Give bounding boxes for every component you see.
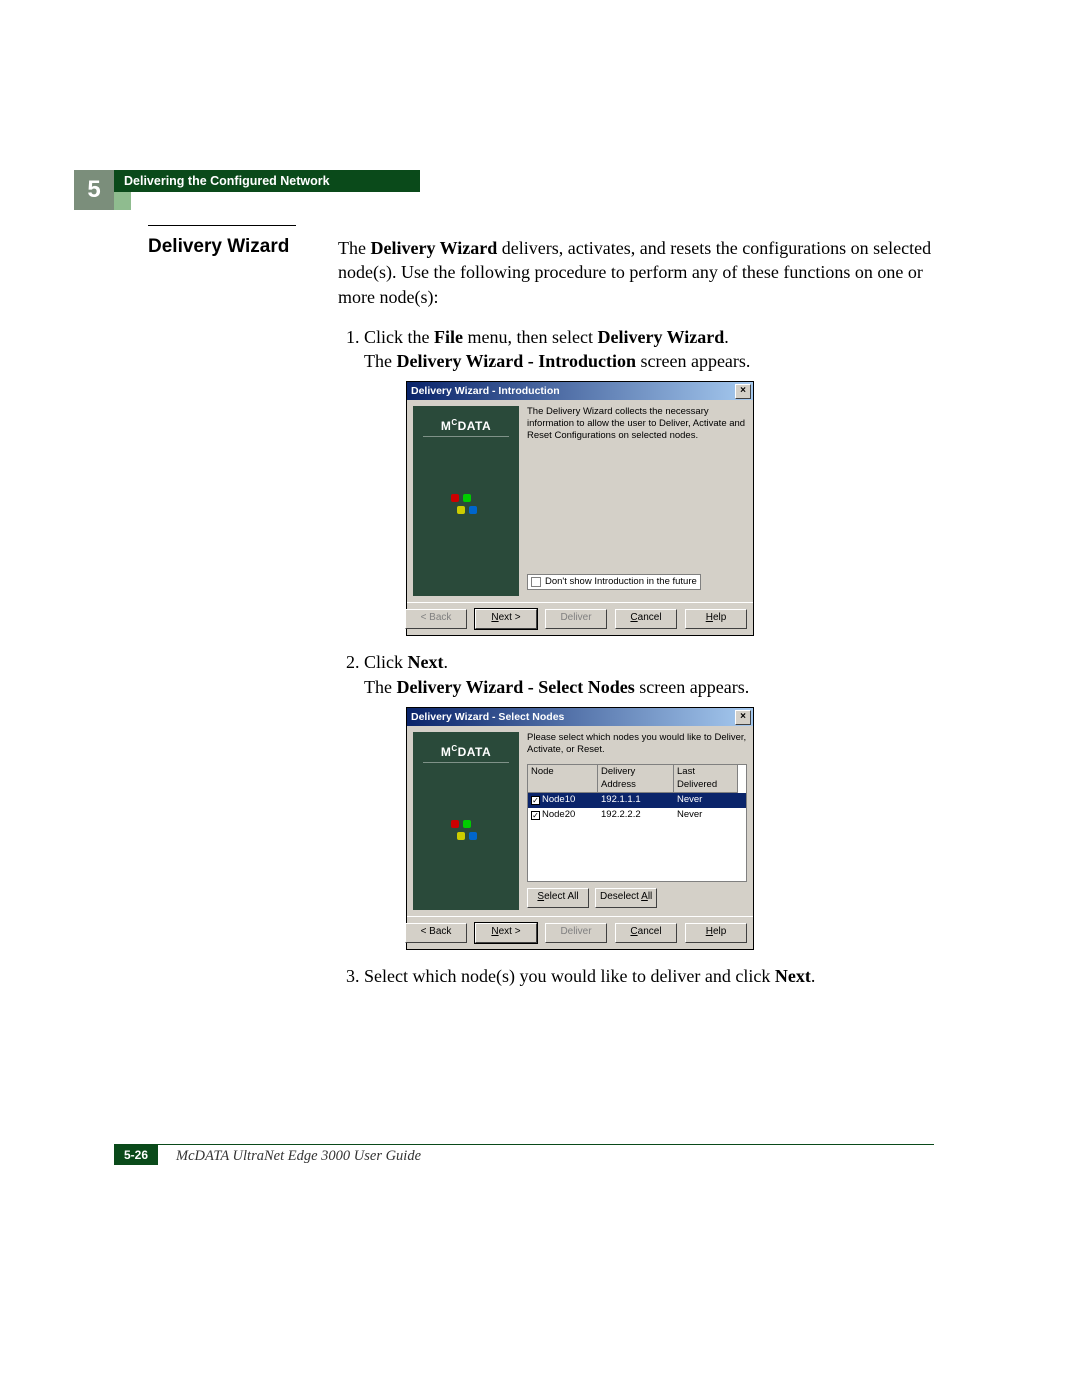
section-heading: Delivery Wizard [148,236,289,258]
step-2-result: The Delivery Wizard - Select Nodes scree… [364,675,933,699]
section-rule [148,225,296,226]
help-button[interactable]: Help [685,923,747,943]
body-column: The Delivery Wizard delivers, activates,… [338,236,933,998]
table-header-row: Node Delivery Address Last Delivered [528,765,746,794]
close-icon[interactable]: × [735,384,751,399]
step-2: Click Next. The Delivery Wizard - Select… [364,650,933,950]
dialog-description: Please select which nodes you would like… [527,732,747,756]
table-row[interactable]: ✓Node10 192.1.1.1 Never [528,793,746,808]
dialog-title: Delivery Wizard - Select Nodes [411,710,564,724]
intro-paragraph: The Delivery Wizard delivers, activates,… [338,236,933,309]
dialog-left-pane: MCDATA [413,406,519,596]
introduction-dialog-screenshot: Delivery Wizard - Introduction × MCDATA [406,381,754,636]
back-button: < Back [405,609,467,629]
checkbox-icon [531,577,541,587]
mcdata-logo: MCDATA [413,744,519,761]
table-row[interactable]: ✓Node20 192.2.2.2 Never [528,808,746,823]
dialog-right-pane: Please select which nodes you would like… [527,732,747,910]
select-nodes-dialog-screenshot: Delivery Wizard - Select Nodes × MCDATA [406,707,754,950]
running-header: Delivering the Configured Network [114,170,420,192]
book-title: McDATA UltraNet Edge 3000 User Guide [176,1148,421,1165]
dialog-title: Delivery Wizard - Introduction [411,384,560,398]
dont-show-checkbox[interactable]: Don't show Introduction in the future [527,574,701,591]
checkbox-icon: ✓ [531,796,540,805]
nodes-table: Node Delivery Address Last Delivered ✓No… [527,764,747,882]
dialog-button-row: < Back Next > Deliver Cancel Help [407,602,753,635]
select-all-button[interactable]: Select All [527,888,589,908]
dialog-button-row: < Back Next > Deliver Cancel Help [407,916,753,949]
next-button[interactable]: Next > [475,923,537,943]
next-button[interactable]: Next > [475,609,537,629]
decorative-strip [114,192,131,210]
dialog-description: The Delivery Wizard collects the necessa… [527,406,747,442]
document-page: 5 Delivering the Configured Network Deli… [0,0,1080,1397]
selection-buttons: Select All Deselect All [527,888,747,908]
col-delivery-address: Delivery Address [598,765,674,794]
step-1: Click the File menu, then select Deliver… [364,325,933,637]
page-number: 5-26 [114,1145,158,1165]
dialog-titlebar: Delivery Wizard - Select Nodes × [407,708,753,726]
chapter-number-tab: 5 [74,170,114,210]
deliver-button: Deliver [545,923,607,943]
help-button[interactable]: Help [685,609,747,629]
deliver-button: Deliver [545,609,607,629]
deselect-all-button[interactable]: Deselect All [595,888,657,908]
cancel-button[interactable]: Cancel [615,923,677,943]
wizard-icon [451,820,479,842]
close-icon[interactable]: × [735,710,751,725]
step-3: Select which node(s) you would like to d… [364,964,933,988]
procedure-list: Click the File menu, then select Deliver… [338,325,933,988]
dialog-titlebar: Delivery Wizard - Introduction × [407,382,753,400]
step-1-result: The Delivery Wizard - Introduction scree… [364,349,933,373]
dialog-left-pane: MCDATA [413,732,519,910]
col-last-delivered: Last Delivered [674,765,738,794]
col-node: Node [528,765,598,794]
page-footer: 5-26 McDATA UltraNet Edge 3000 User Guid… [114,1144,934,1165]
wizard-icon [451,494,479,516]
dialog-right-pane: The Delivery Wizard collects the necessa… [527,406,747,596]
checkbox-icon: ✓ [531,811,540,820]
mcdata-logo: MCDATA [413,418,519,435]
cancel-button[interactable]: Cancel [615,609,677,629]
back-button[interactable]: < Back [405,923,467,943]
